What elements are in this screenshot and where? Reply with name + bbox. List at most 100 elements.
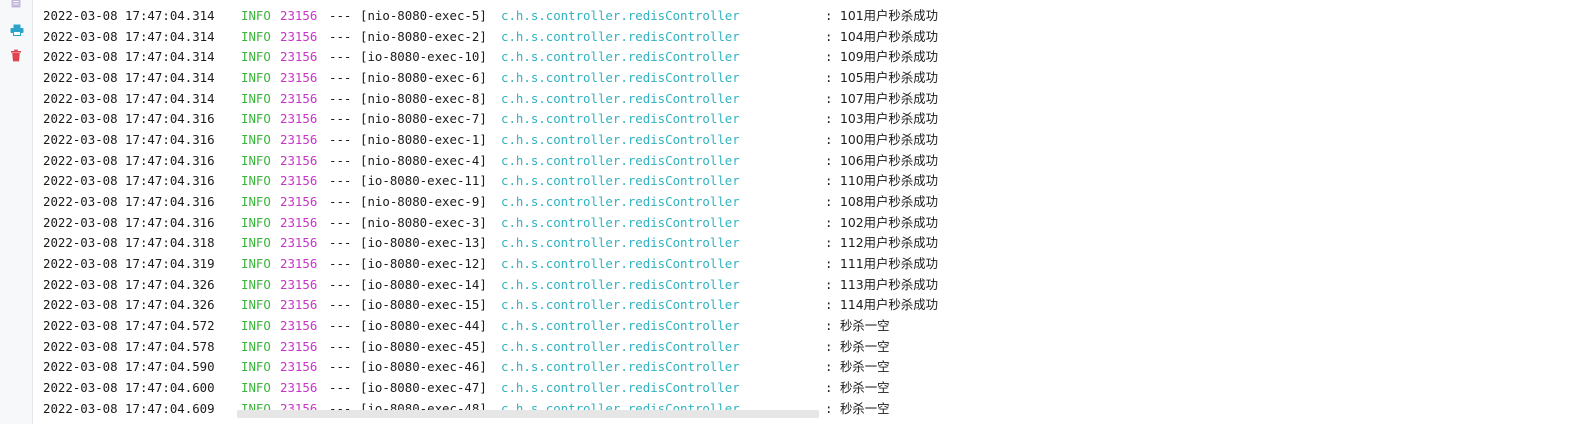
- log-logger: c.h.s.controller.redisController: [501, 380, 740, 396]
- log-logger: c.h.s.controller.redisController: [501, 8, 740, 23]
- log-message: 114用户秒杀成功: [840, 297, 938, 313]
- log-thread: [io-8080-exec-46]: [360, 359, 487, 375]
- log-separator: ---: [329, 28, 352, 44]
- log-message: 111用户秒杀成功: [840, 256, 938, 272]
- log-thread: [nio-8080-exec-8]: [360, 90, 487, 106]
- log-pid: 23156: [280, 318, 318, 334]
- log-logger: c.h.s.controller.redisController: [501, 194, 740, 210]
- log-level: INFO: [241, 359, 271, 375]
- log-message: 106用户秒杀成功: [840, 152, 938, 168]
- log-colon: :: [825, 49, 833, 65]
- log-thread: [io-8080-exec-13]: [360, 235, 487, 251]
- log-pid: 23156: [280, 194, 318, 210]
- log-level: INFO: [241, 318, 271, 334]
- log-level: INFO: [241, 90, 271, 106]
- log-message: 102用户秒杀成功: [840, 214, 938, 230]
- log-separator: ---: [329, 132, 352, 148]
- log-logger: c.h.s.controller.redisController: [501, 111, 740, 127]
- log-separator: ---: [329, 8, 352, 23]
- log-colon: :: [825, 338, 833, 354]
- log-colon: :: [825, 8, 833, 23]
- log-logger: c.h.s.controller.redisController: [501, 70, 740, 85]
- log-colon: :: [825, 194, 833, 210]
- log-thread: [nio-8080-exec-9]: [360, 194, 487, 210]
- log-message: 113用户秒杀成功: [840, 276, 938, 292]
- log-colon: :: [825, 28, 833, 44]
- horizontal-scrollbar-thumb[interactable]: [237, 410, 819, 418]
- log-colon: :: [825, 276, 833, 292]
- log-thread: [io-8080-exec-12]: [360, 256, 487, 272]
- log-timestamp: 2022-03-08 17:47:04.316: [43, 111, 215, 127]
- trash-icon[interactable]: [10, 49, 24, 63]
- log-message: 秒杀一空: [840, 380, 890, 396]
- log-separator: ---: [329, 380, 352, 396]
- log-level: INFO: [241, 380, 271, 396]
- log-timestamp: 2022-03-08 17:47:04.316: [43, 214, 215, 230]
- log-message: 104用户秒杀成功: [840, 28, 938, 44]
- log-timestamp: 2022-03-08 17:47:04.578: [43, 338, 215, 354]
- log-timestamp: 2022-03-08 17:47:04.590: [43, 359, 215, 375]
- log-logger: c.h.s.controller.redisController: [501, 214, 740, 230]
- log-message: 103用户秒杀成功: [840, 111, 938, 127]
- log-timestamp: 2022-03-08 17:47:04.314: [43, 49, 215, 65]
- log-pid: 23156: [280, 111, 318, 127]
- log-logger: c.h.s.controller.redisController: [501, 152, 740, 168]
- log-level: INFO: [241, 297, 271, 313]
- log-colon: :: [825, 235, 833, 251]
- log-level: INFO: [241, 256, 271, 272]
- log-colon: :: [825, 90, 833, 106]
- log-pid: 23156: [280, 235, 318, 251]
- log-level: INFO: [241, 173, 271, 189]
- log-pid: 23156: [280, 8, 318, 23]
- log-logger: c.h.s.controller.redisController: [501, 49, 740, 65]
- log-logger: c.h.s.controller.redisController: [501, 359, 740, 375]
- log-message: 108用户秒杀成功: [840, 194, 938, 210]
- log-level: INFO: [241, 276, 271, 292]
- console-output[interactable]: 2022-03-08 17:47:04.314 INFO 23156 --- [nio-…: [33, 0, 1592, 424]
- print-icon[interactable]: [10, 24, 24, 38]
- log-separator: ---: [329, 318, 352, 334]
- log-message: 109用户秒杀成功: [840, 49, 938, 65]
- log-colon: :: [825, 111, 833, 127]
- log-separator: ---: [329, 338, 352, 354]
- log-pid: 23156: [280, 49, 318, 65]
- log-logger: c.h.s.controller.redisController: [501, 276, 740, 292]
- log-thread: [nio-8080-exec-6]: [360, 70, 487, 85]
- log-pid: 23156: [280, 380, 318, 396]
- log-level: INFO: [241, 70, 271, 85]
- log-timestamp: 2022-03-08 17:47:04.314: [43, 70, 215, 85]
- log-message: 110用户秒杀成功: [840, 173, 938, 189]
- log-level: INFO: [241, 49, 271, 65]
- log-separator: ---: [329, 297, 352, 313]
- log-pid: 23156: [280, 276, 318, 292]
- log-pid: 23156: [280, 152, 318, 168]
- log-timestamp: 2022-03-08 17:47:04.316: [43, 132, 215, 148]
- log-timestamp: 2022-03-08 17:47:04.600: [43, 380, 215, 396]
- log-thread: [nio-8080-exec-2]: [360, 28, 487, 44]
- log-message: 秒杀一空: [840, 400, 890, 416]
- log-pid: 23156: [280, 70, 318, 85]
- log-thread: [io-8080-exec-10]: [360, 49, 487, 65]
- log-logger: c.h.s.controller.redisController: [501, 28, 740, 44]
- log-thread: [io-8080-exec-15]: [360, 297, 487, 313]
- log-message: 101用户秒杀成功: [840, 8, 938, 23]
- log-timestamp: 2022-03-08 17:47:04.316: [43, 194, 215, 210]
- log-level: INFO: [241, 152, 271, 168]
- log-separator: ---: [329, 194, 352, 210]
- log-timestamp: 2022-03-08 17:47:04.572: [43, 318, 215, 334]
- log-separator: ---: [329, 235, 352, 251]
- clipboard-icon[interactable]: [10, 0, 24, 10]
- log-thread: [nio-8080-exec-3]: [360, 214, 487, 230]
- log-separator: ---: [329, 214, 352, 230]
- log-level: INFO: [241, 214, 271, 230]
- log-timestamp: 2022-03-08 17:47:04.314: [43, 8, 215, 23]
- log-colon: :: [825, 318, 833, 334]
- log-logger: c.h.s.controller.redisController: [501, 132, 740, 148]
- log-message: 秒杀一空: [840, 318, 890, 334]
- log-thread: [io-8080-exec-44]: [360, 318, 487, 334]
- log-separator: ---: [329, 49, 352, 65]
- log-logger: c.h.s.controller.redisController: [501, 235, 740, 251]
- log-colon: :: [825, 214, 833, 230]
- log-separator: ---: [329, 152, 352, 168]
- log-separator: ---: [329, 90, 352, 106]
